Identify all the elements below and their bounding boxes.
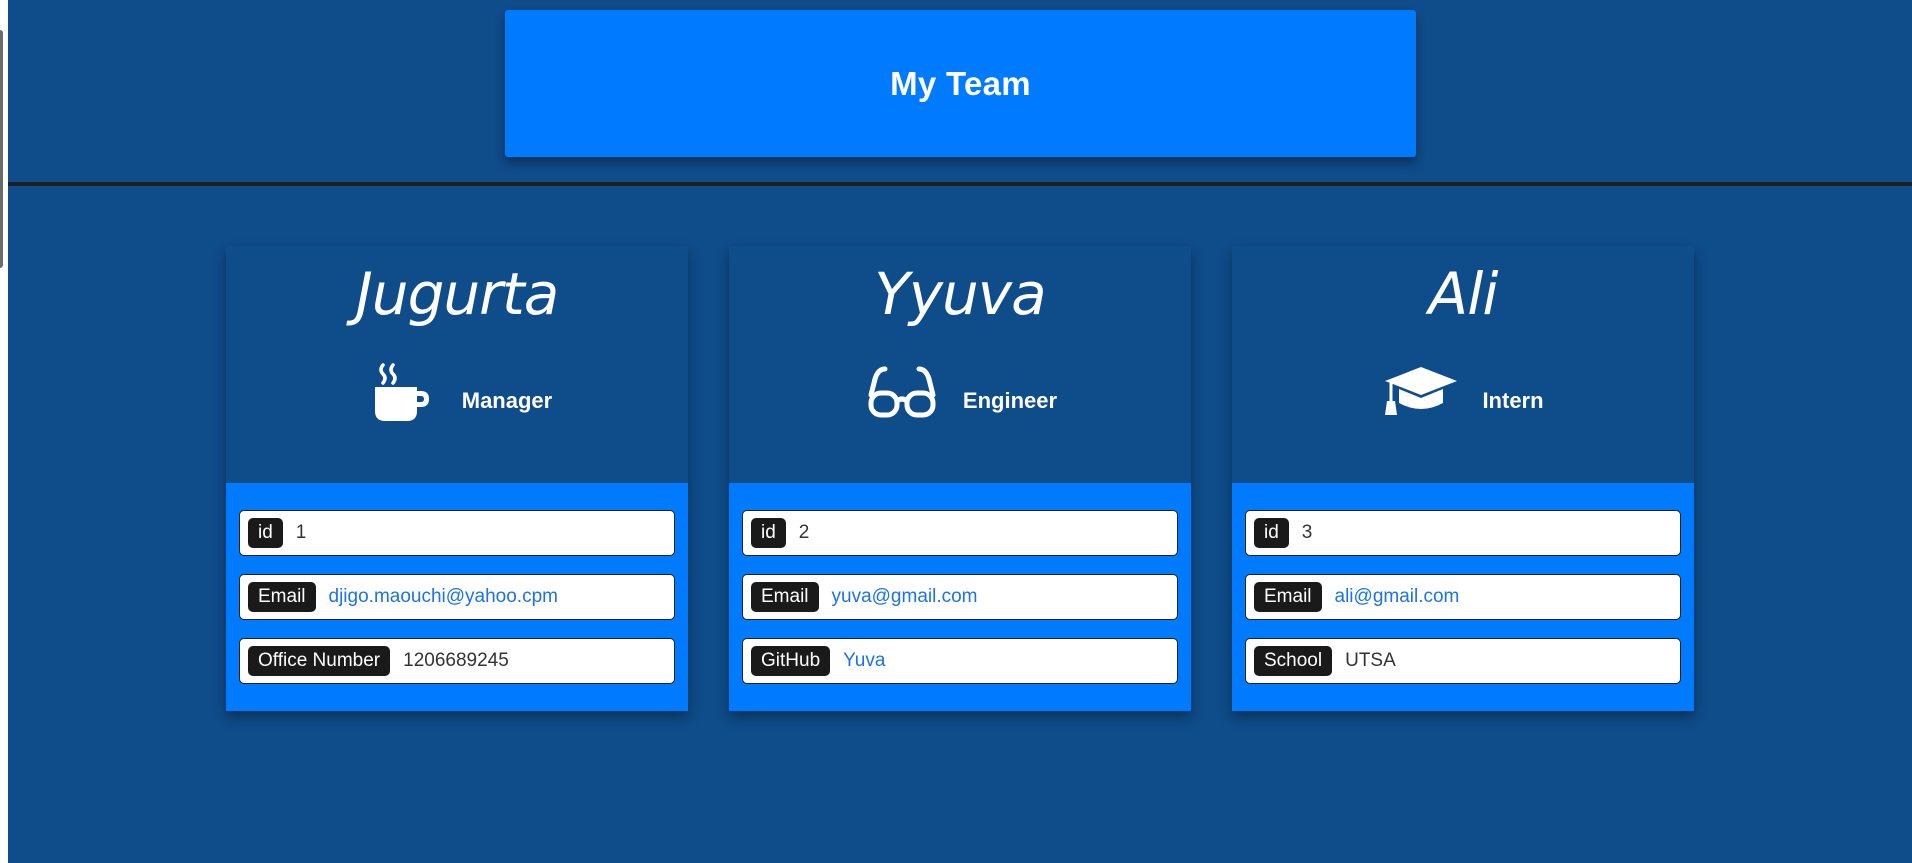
field-badge: Office Number — [248, 646, 391, 676]
id-field: id 2 — [742, 510, 1178, 556]
id-field: id 1 — [239, 510, 675, 556]
field-badge: GitHub — [751, 646, 831, 676]
glasses-icon — [863, 360, 941, 426]
role-row: Manager — [226, 358, 688, 428]
page-title: My Team — [890, 64, 1031, 102]
field-value: 1 — [295, 522, 307, 543]
employee-name: Jugurta — [355, 260, 560, 328]
employee-card-intern: Ali Intern id 3 Email ali@gmail.com Scho… — [1232, 246, 1694, 711]
header-divider — [8, 182, 1912, 186]
field-value: 2 — [798, 522, 810, 543]
field-badge: Email — [248, 582, 316, 612]
card-header: Jugurta Manager — [226, 246, 688, 483]
github-field: GitHub Yuva — [742, 638, 1178, 684]
role-row: Engineer — [729, 358, 1191, 428]
employee-card-manager: Jugurta Manager id 1 Email djigo.maouchi… — [226, 246, 688, 711]
graduation-cap-icon — [1382, 360, 1460, 426]
github-link[interactable]: Yuva — [843, 650, 885, 672]
field-badge: Email — [1254, 582, 1322, 612]
role-label: Engineer — [962, 388, 1058, 413]
coffee-mug-icon — [362, 360, 440, 426]
field-badge: id — [248, 518, 283, 548]
email-link[interactable]: yuva@gmail.com — [832, 586, 978, 608]
field-badge: School — [1254, 646, 1333, 676]
team-header: My Team — [505, 10, 1416, 157]
employee-name: Ali — [1428, 260, 1499, 328]
employee-name: Yyuva — [874, 260, 1046, 328]
role-label: Manager — [461, 388, 553, 413]
field-badge: id — [1254, 518, 1289, 548]
field-badge: Email — [751, 582, 819, 612]
email-link[interactable]: djigo.maouchi@yahoo.cpm — [329, 586, 558, 608]
field-value: 3 — [1301, 522, 1313, 543]
field-value: 1206689245 — [403, 650, 509, 671]
role-row: Intern — [1232, 358, 1694, 428]
school-field: School UTSA — [1245, 638, 1681, 684]
field-value: UTSA — [1345, 650, 1396, 671]
card-header: Yyuva Engineer — [729, 246, 1191, 483]
role-label: Intern — [1482, 388, 1544, 413]
id-field: id 3 — [1245, 510, 1681, 556]
card-header: Ali Intern — [1232, 246, 1694, 483]
email-field: Email djigo.maouchi@yahoo.cpm — [239, 574, 675, 620]
email-field: Email ali@gmail.com — [1245, 574, 1681, 620]
office-number-field: Office Number 1206689245 — [239, 638, 675, 684]
employee-card-engineer: Yyuva Engineer id 2 Email yuva@gmail.com — [729, 246, 1191, 711]
email-link[interactable]: ali@gmail.com — [1335, 586, 1460, 608]
email-field: Email yuva@gmail.com — [742, 574, 1178, 620]
field-badge: id — [751, 518, 786, 548]
scrollbar[interactable] — [0, 30, 3, 268]
